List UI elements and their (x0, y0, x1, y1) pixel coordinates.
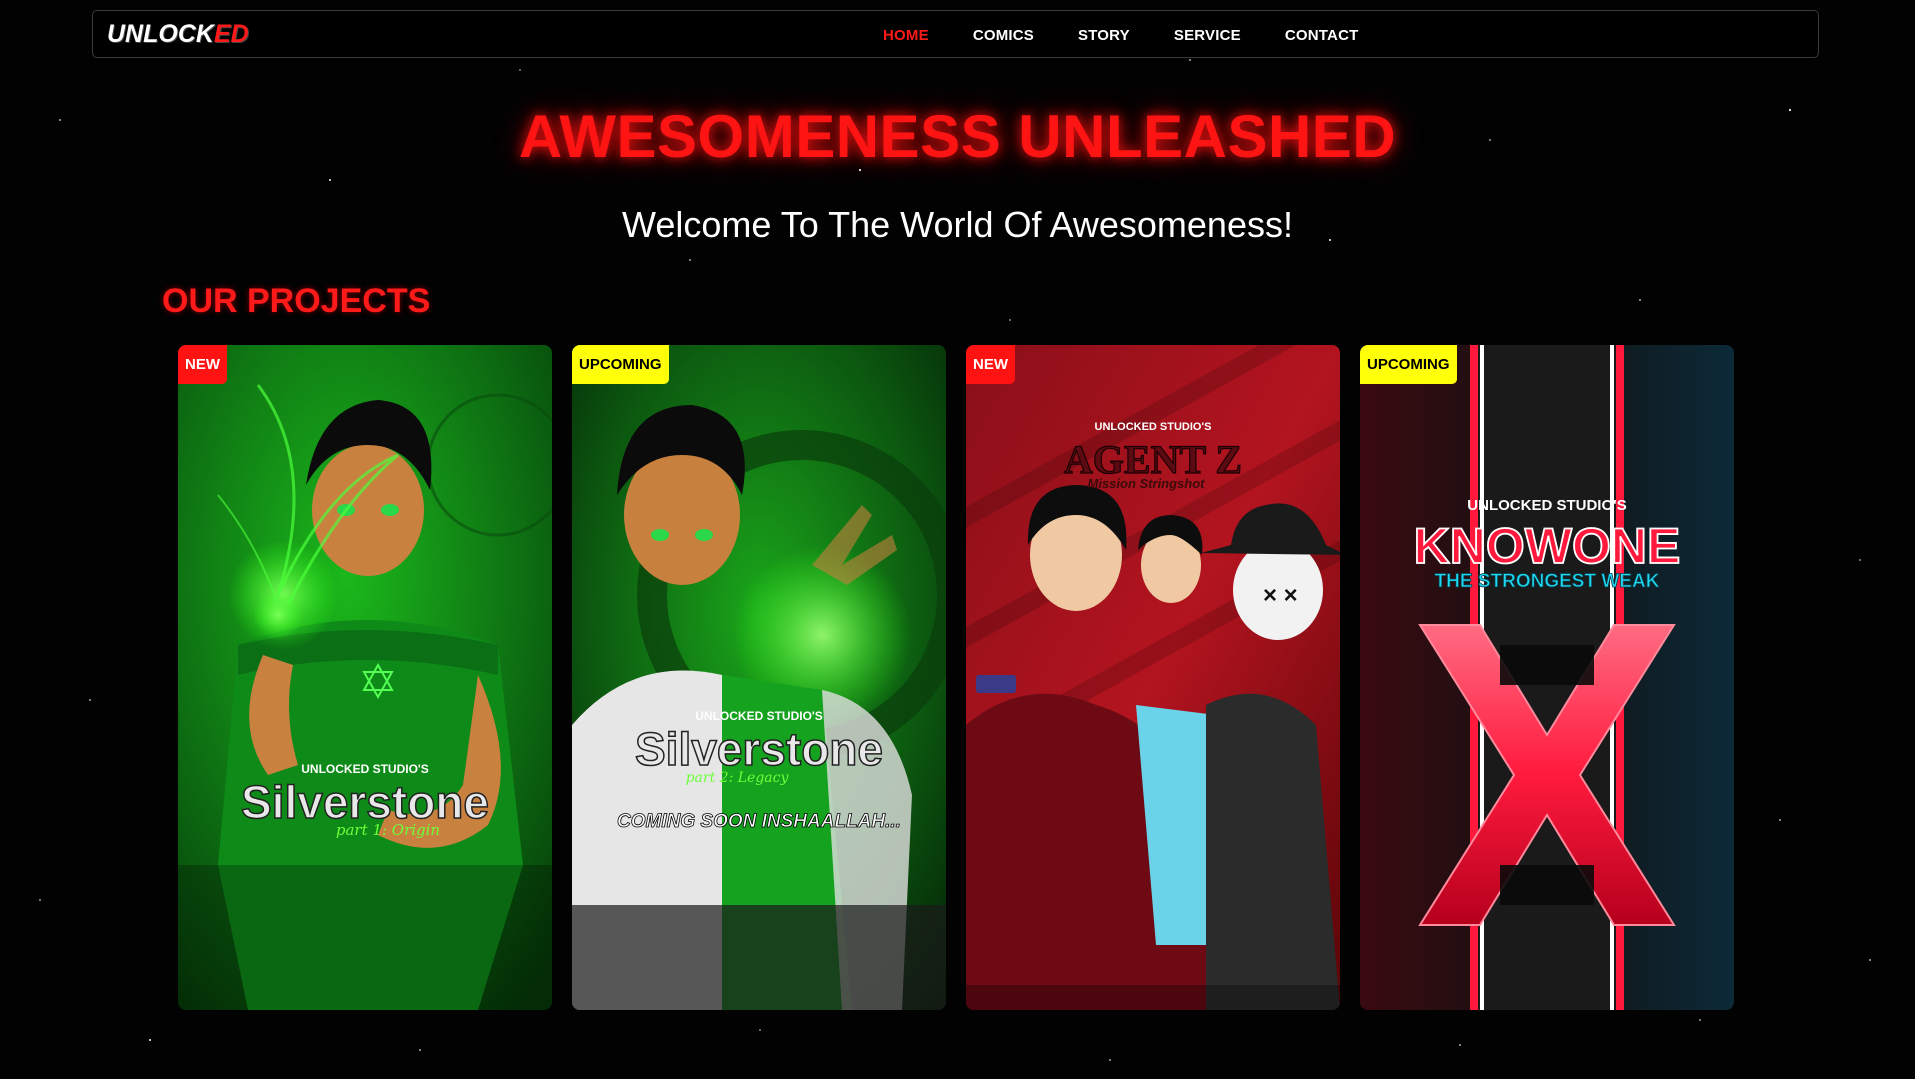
card-subtitle: part 1: Origin (336, 821, 440, 839)
nav-link-contact[interactable]: CONTACT (1285, 27, 1359, 44)
nav-link-service[interactable]: SERVICE (1174, 27, 1241, 44)
nav-link-comics[interactable]: COMICS (973, 27, 1034, 44)
project-card-agent-z[interactable]: NEW × × UNLOCKED STUDIO'S AGENT Z Missio… (966, 345, 1340, 1010)
silverstone-origin-cover-art: UNLOCKED STUDIO'S Silverstone part 1: Or… (178, 345, 552, 1010)
card-title: Silverstone (635, 723, 883, 775)
status-badge: UPCOMING (572, 345, 669, 384)
project-card-silverstone-origin[interactable]: NEW UNLOCKED STUDIO'S Silverstone part 1… (178, 345, 552, 1010)
project-card-silverstone-legacy[interactable]: UPCOMING UNLOCKED STUDIO'S Silverstone p… (572, 345, 946, 1010)
hero-subtitle: Welcome To The World Of Awesomeness! (622, 204, 1293, 245)
card-studio-label: UNLOCKED STUDIO'S (301, 762, 429, 776)
card-subtitle: Mission Stringshot (1088, 476, 1206, 491)
nav-link-home[interactable]: HOME (883, 27, 929, 44)
card-tagline: COMING SOON INSHAALLAH... (617, 811, 901, 832)
projects-grid: NEW UNLOCKED STUDIO'S Silverstone part 1… (178, 345, 1734, 1012)
status-badge: NEW (966, 345, 1015, 384)
hero-title: AWESOMENESS UNLEASHED (518, 103, 1397, 170)
brand-logo[interactable]: UNLOCKED (107, 20, 249, 48)
svg-text:× ×: × × (1263, 582, 1298, 609)
project-card-knowone[interactable]: UPCOMING UNLOCKED STUDIO'S KNOWONE THE S… (1360, 345, 1734, 1010)
knowone-cover-art: UNLOCKED STUDIO'S KNOWONE THE STRONGEST … (1360, 345, 1734, 1010)
card-studio-label: UNLOCKED STUDIO'S (1095, 421, 1212, 433)
nav-link-story[interactable]: STORY (1078, 27, 1130, 44)
logo-text-main: UNLOCK (107, 20, 214, 48)
card-studio-label: UNLOCKED STUDIO'S (1467, 497, 1626, 514)
status-badge: NEW (178, 345, 227, 384)
card-subtitle: THE STRONGEST WEAK (1435, 571, 1660, 592)
projects-heading: OUR PROJECTS (162, 282, 431, 320)
agent-z-cover-art: × × UNLOCKED STUDIO'S AGENT Z Mission St… (966, 345, 1340, 1010)
silverstone-legacy-cover-art: UNLOCKED STUDIO'S Silverstone part 2: Le… (572, 345, 946, 1010)
top-navbar: UNLOCKED HOME COMICS STORY SERVICE CONTA… (92, 10, 1819, 58)
status-badge: UPCOMING (1360, 345, 1457, 384)
nav-links: HOME COMICS STORY SERVICE CONTACT (883, 11, 1402, 59)
card-studio-label: UNLOCKED STUDIO'S (695, 709, 823, 723)
card-subtitle: part 2: Legacy (686, 770, 790, 786)
logo-text-accent: ED (213, 20, 249, 48)
card-title: KNOWONE (1414, 518, 1681, 574)
